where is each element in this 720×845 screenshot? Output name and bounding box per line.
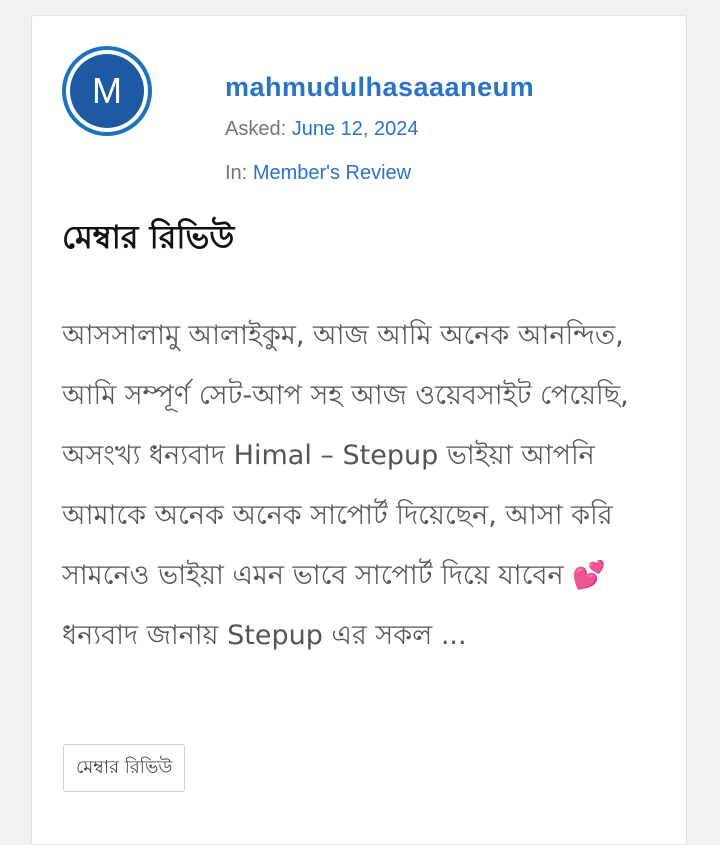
heart-emoji-icon: 💕 [572,560,606,591]
post-excerpt-text-end: ধন্যবাদ জানায় Stepup এর সকল ... [62,620,467,651]
asked-label: Asked: [225,118,287,140]
category-line: In: Member's Review [225,162,534,196]
avatar-letter: M [70,54,144,128]
category-link[interactable]: Member's Review [253,162,411,184]
in-label: In: [225,162,248,184]
asked-date-line: Asked: June 12, 2024 [225,118,534,152]
question-card: M mahmudulhasaaaneum Asked: June 12, 202… [31,15,687,845]
post-title[interactable]: মেম্বার রিভিউ [62,212,234,266]
post-excerpt: আসসালামু আলাইকুম, আজ আমি অনেক আনন্দিত, আ… [62,306,662,666]
author-username-link[interactable]: mahmudulhasaaaneum [225,72,534,108]
post-excerpt-text: আসসালামু আলাইকুম, আজ আমি অনেক আনন্দিত, আ… [62,320,629,591]
avatar[interactable]: M [62,46,152,136]
post-meta: mahmudulhasaaaneum Asked: June 12, 2024 … [225,72,534,196]
tag-member-review[interactable]: মেম্বার রিভিউ [63,744,186,792]
asked-date-link[interactable]: June 12, 2024 [292,118,419,140]
